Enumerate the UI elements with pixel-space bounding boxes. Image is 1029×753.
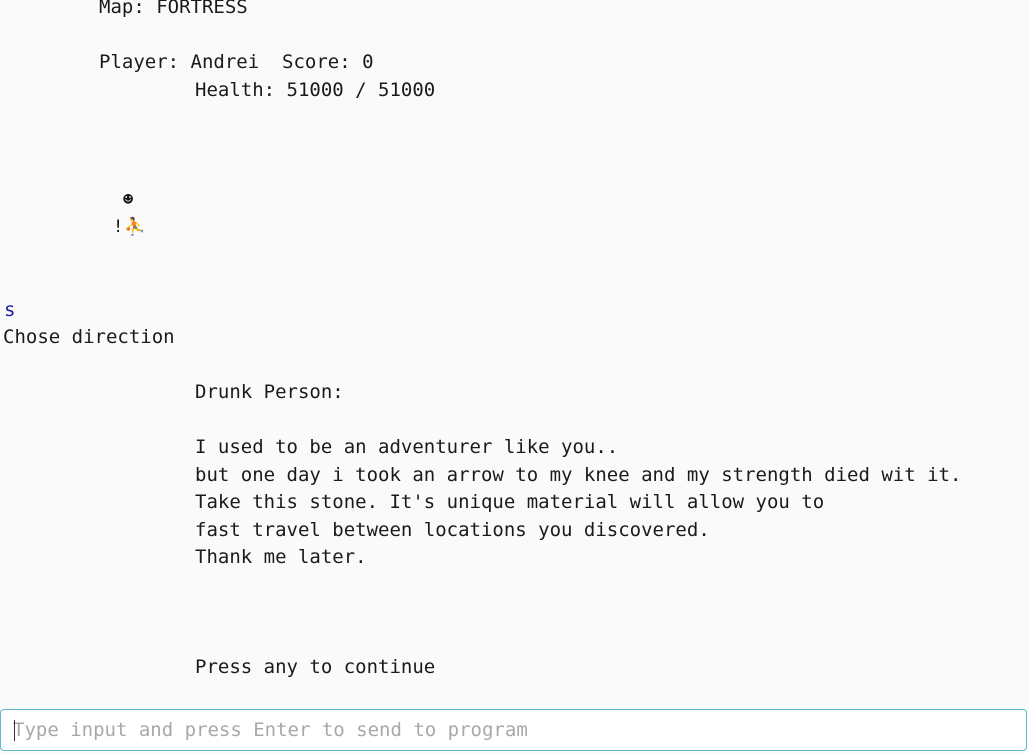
echoed-input: s [4, 299, 16, 321]
enemy-face-icon: ☻ [123, 190, 134, 210]
direction-prompt: Chose direction [3, 326, 175, 348]
dialog-line: I used to be an adventurer like you.. [195, 436, 619, 458]
dialog-line: fast travel between locations you discov… [195, 519, 710, 541]
program-input-bar[interactable] [0, 709, 1027, 751]
player-figure-icon: ⛹ [124, 217, 146, 237]
health-line: Health: 51000 / 51000 [195, 79, 436, 101]
map-name-line: Map: FORTRESS [99, 0, 248, 18]
dialog-line: Take this stone. It's unique material wi… [195, 491, 825, 513]
program-input-field[interactable] [13, 710, 1013, 750]
item-marker-icon: ! [113, 217, 124, 237]
dialog-speaker: Drunk Person: [195, 381, 344, 403]
player-score-line: Player: Andrei Score: 0 [99, 51, 374, 73]
continue-prompt: Press any to continue [195, 656, 436, 678]
dialog-line: but one day i took an arrow to my knee a… [195, 464, 962, 486]
dialog-line: Thank me later. [195, 546, 367, 568]
text-caret [14, 720, 15, 741]
